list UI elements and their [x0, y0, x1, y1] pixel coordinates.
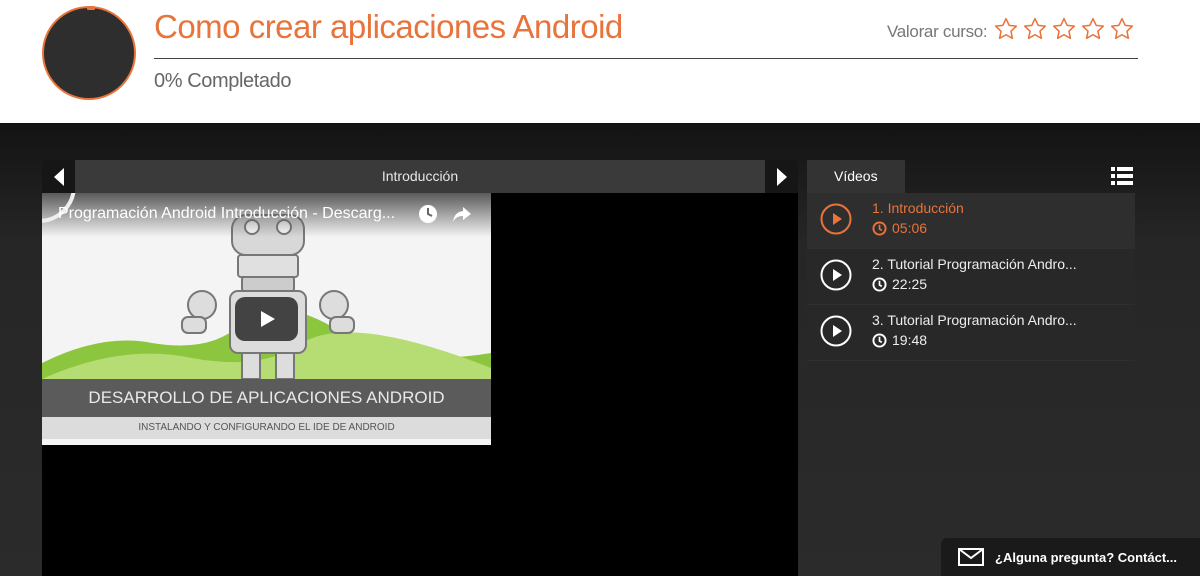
video-top-actions — [418, 204, 472, 224]
playlist-item[interactable]: 1. Introducción 05:06 — [807, 193, 1135, 249]
clock-icon — [872, 276, 887, 292]
current-video-title: Introducción — [381, 168, 459, 184]
duration-text: 22:25 — [892, 276, 928, 292]
player-nav-bar: Introducción — [42, 160, 798, 193]
previous-video-button[interactable] — [42, 160, 75, 193]
playlist-item[interactable]: 2. Tutorial Programación Andro... 22:25 — [807, 249, 1135, 305]
contact-label: ¿Alguna pregunta? Contáct... — [995, 549, 1177, 565]
playlist-item-title: 2. Tutorial Programación Andro... — [872, 256, 1077, 272]
clock-icon — [872, 332, 887, 348]
clock-icon[interactable] — [418, 204, 438, 224]
playlist-item-duration: 05:06 — [872, 220, 927, 236]
video-banner-title: DESARROLLO DE APLICACIONES ANDROID — [42, 379, 491, 417]
playlist-item-duration: 22:25 — [872, 276, 927, 292]
list-icon[interactable] — [1110, 164, 1134, 188]
course-stage: Introducción Programación Android Introd… — [0, 123, 1200, 576]
video-embed[interactable]: Programación Android Introducción - Desc… — [42, 193, 491, 445]
course-title: Como crear aplicaciones Android — [154, 8, 623, 45]
playlist-item-duration: 19:48 — [872, 332, 927, 348]
share-icon[interactable] — [452, 204, 472, 224]
duration-text: 05:06 — [892, 220, 928, 236]
star-icon[interactable] — [1109, 16, 1135, 42]
star-icon[interactable] — [1051, 16, 1077, 42]
course-avatar — [42, 6, 136, 100]
star-icon[interactable] — [1022, 16, 1048, 42]
video-player-area: Programación Android Introducción - Desc… — [42, 193, 798, 576]
star-icon[interactable] — [993, 16, 1019, 42]
playlist-item-title: 1. Introducción — [872, 200, 964, 216]
contact-button[interactable]: ¿Alguna pregunta? Contáct... — [941, 538, 1200, 576]
course-header: Como crear aplicaciones Android Valorar … — [0, 0, 1200, 123]
playlist-item[interactable]: 3. Tutorial Programación Andro... 19:48 — [807, 305, 1135, 361]
video-play-button[interactable] — [235, 297, 298, 341]
chevron-right-icon — [776, 167, 787, 186]
chevron-left-icon — [53, 167, 64, 186]
play-circle-icon — [820, 259, 852, 291]
tab-videos[interactable]: Vídeos — [807, 160, 905, 193]
play-circle-icon — [820, 315, 852, 347]
envelope-icon — [958, 548, 984, 566]
video-banner-subtitle: INSTALANDO Y CONFIGURANDO EL IDE DE ANDR… — [42, 417, 491, 439]
title-divider — [154, 58, 1138, 59]
clock-icon — [872, 220, 887, 236]
progress-text: 0% Completado — [154, 70, 292, 92]
play-circle-icon — [820, 203, 852, 235]
duration-text: 19:48 — [892, 332, 928, 348]
rating-stars — [993, 16, 1135, 42]
video-playlist: 1. Introducción 05:06 2. Tutorial Progra… — [807, 193, 1135, 361]
play-icon — [260, 311, 275, 327]
video-title[interactable]: Programación Android Introducción - Desc… — [58, 205, 413, 223]
playlist-item-title: 3. Tutorial Programación Andro... — [872, 312, 1077, 328]
next-video-button[interactable] — [765, 160, 798, 193]
rate-label: Valorar curso: — [887, 22, 988, 41]
avatar-progress-mark — [87, 6, 95, 10]
star-icon[interactable] — [1080, 16, 1106, 42]
